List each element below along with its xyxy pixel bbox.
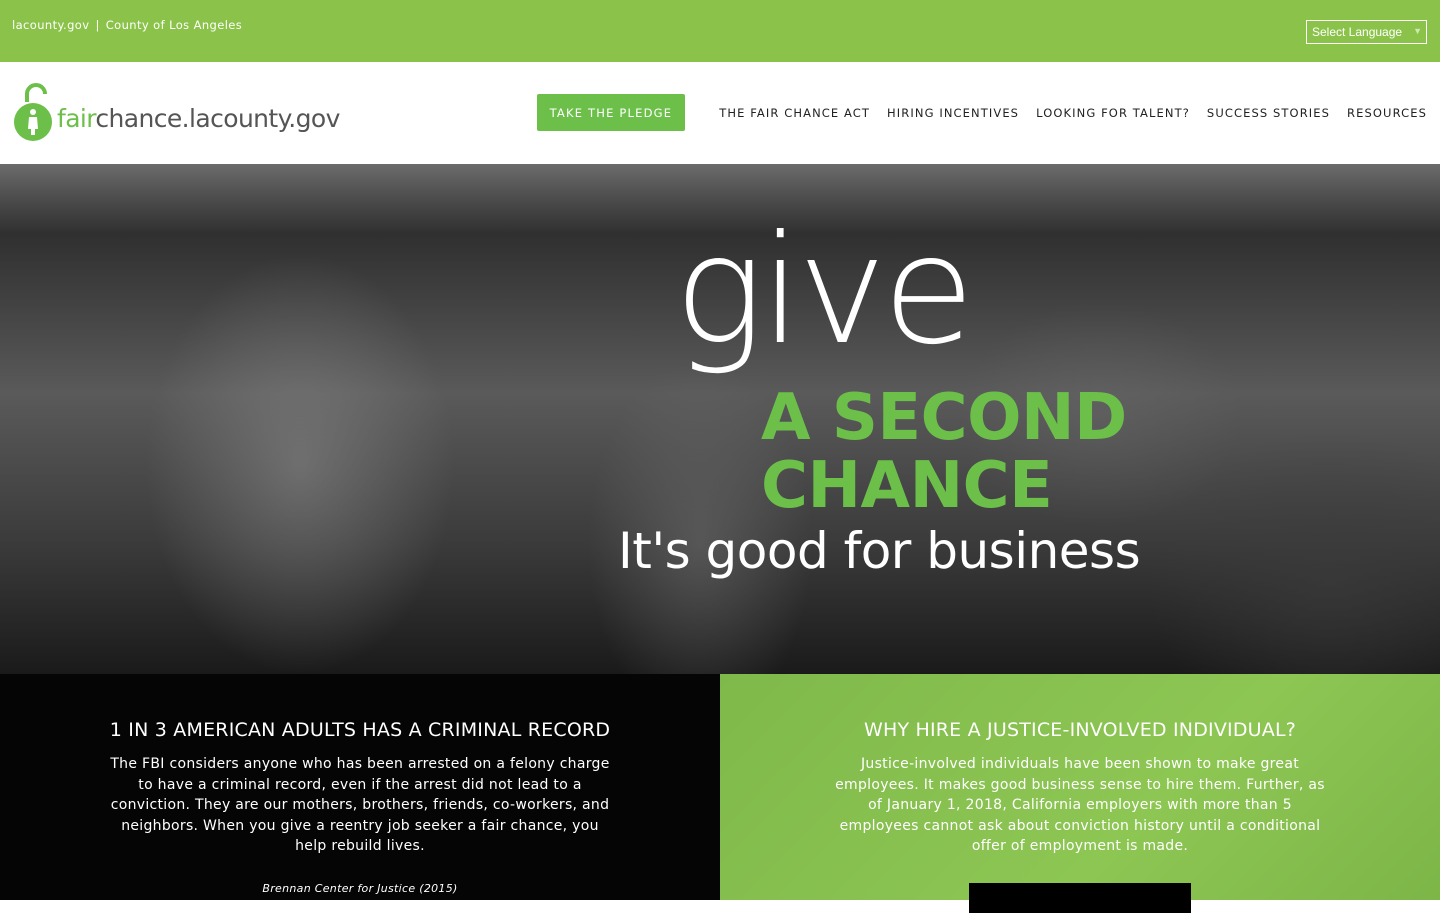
panel-right-title: WHY HIRE A JUSTICE-INVOLVED INDIVIDUAL? (863, 719, 1297, 741)
padlock-person-icon (14, 83, 52, 141)
lacounty-gov-link[interactable]: lacounty.gov (12, 18, 89, 32)
nav-item-success-stories[interactable]: SUCCESS STORIES (1207, 106, 1330, 120)
nav-item-fair-chance-act[interactable]: THE FAIR CHANCE ACT (719, 106, 870, 120)
hero-second-chance: A SECOND CHANCE (761, 384, 1127, 520)
site-header: fairchance.lacounty.gov TAKE THE PLEDGE … (0, 62, 1440, 164)
panel-right-body: Justice-involved individuals have been s… (835, 756, 1325, 854)
logo-wordmark-domain: chance.lacounty.gov (95, 104, 340, 133)
panel-left-body: The FBI considers anyone who has been ar… (110, 756, 610, 854)
hero-second-line2: CHANCE (761, 449, 1053, 523)
panel-right-button[interactable] (969, 883, 1191, 913)
take-the-pledge-button[interactable]: TAKE THE PLEDGE (536, 94, 686, 131)
topbar-separator: | (95, 18, 100, 32)
hero-banner: give A SECOND CHANCE It's good for busin… (0, 164, 1440, 674)
hero-tagline: It's good for business (618, 522, 1141, 580)
hero-second-line1: A SECOND (761, 381, 1127, 455)
top-utility-bar: lacounty.gov | County of Los Angeles Selec… (0, 0, 1440, 62)
hero-give-text: give (674, 204, 975, 378)
why-hire-panel: WHY HIRE A JUSTICE-INVOLVED INDIVIDUAL? … (720, 674, 1440, 913)
nav-item-resources[interactable]: RESOURCES (1347, 106, 1427, 120)
main-nav: TAKE THE PLEDGE THE FAIR CHANCE ACT HIRI… (536, 94, 1427, 131)
language-select[interactable]: Select Language ▼ (1306, 20, 1427, 44)
nav-item-hiring-incentives[interactable]: HIRING INCENTIVES (887, 106, 1019, 120)
county-of-los-angeles-link[interactable]: County of Los Angeles (106, 18, 242, 32)
topbar-links: lacounty.gov | County of Los Angeles (12, 18, 242, 32)
site-logo[interactable]: fairchance.lacounty.gov (13, 82, 343, 146)
panel-left-citation: Brennan Center for Justice (2015) (262, 882, 458, 895)
logo-wordmark-fair: fair (57, 104, 96, 133)
panel-left-title: 1 IN 3 AMERICAN ADULTS HAS A CRIMINAL RE… (109, 719, 611, 741)
chevron-down-icon: ▼ (1413, 26, 1422, 36)
language-select-label: Select Language (1312, 25, 1403, 39)
nav-item-looking-for-talent[interactable]: LOOKING FOR TALENT? (1036, 106, 1190, 120)
criminal-record-panel: 1 IN 3 AMERICAN ADULTS HAS A CRIMINAL RE… (0, 674, 720, 900)
logo-wordmark: fairchance.lacounty.gov (57, 104, 340, 133)
